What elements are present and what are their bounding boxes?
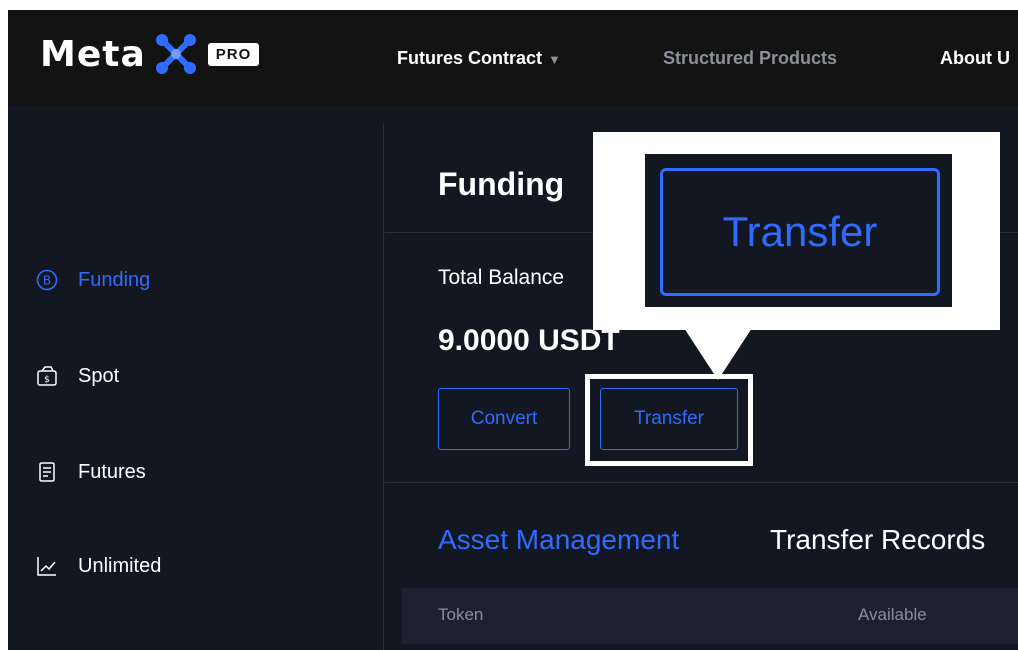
- sidebar-item-spot[interactable]: $ Spot: [36, 356, 119, 396]
- pro-badge: PRO: [207, 42, 260, 66]
- brand-name: Meta: [40, 33, 146, 75]
- wallet-icon: $: [36, 365, 58, 387]
- svg-text:B: B: [43, 274, 51, 288]
- convert-button[interactable]: Convert: [438, 388, 570, 450]
- sidebar: B Funding $ Spot Futures Unlimited Demo Accoun…: [8, 124, 384, 650]
- sidebar-item-futures[interactable]: Futures: [36, 452, 146, 492]
- bitcoin-circle-icon: B: [36, 269, 58, 291]
- sidebar-item-funding[interactable]: B Funding: [36, 260, 150, 300]
- top-navigation-bar: Meta PRO Futures Contract ▼ Structured Pr…: [8, 10, 1018, 106]
- sidebar-item-label: Futures: [78, 460, 146, 483]
- app-window: Meta PRO Futures Contract ▼ Structured Pr…: [8, 10, 1018, 650]
- nav-futures-label: Futures Contract: [397, 48, 543, 68]
- tab-asset-management[interactable]: Asset Management: [438, 524, 679, 556]
- transfer-highlight-box: [585, 374, 753, 466]
- asset-table-header: Token Available: [402, 588, 1018, 644]
- sidebar-item-label: Spot: [78, 364, 120, 387]
- sidebar-item-label: Funding: [78, 268, 151, 291]
- svg-text:$: $: [44, 375, 50, 385]
- sidebar-item-unlimited[interactable]: Unlimited: [36, 546, 161, 586]
- line-chart-icon: [36, 555, 58, 577]
- meta-x-logo-icon: [155, 34, 196, 74]
- nav-about-us[interactable]: About U: [940, 48, 1010, 69]
- zoomed-transfer-button: Transfer: [660, 168, 940, 296]
- column-header-available[interactable]: Available: [858, 605, 927, 625]
- brand-logo[interactable]: Meta PRO: [40, 26, 260, 82]
- divider: [385, 482, 1018, 483]
- caret-down-icon: ▼: [548, 52, 561, 67]
- nav-futures-contract[interactable]: Futures Contract ▼: [397, 48, 561, 69]
- document-icon: [36, 461, 58, 483]
- callout-pointer: [684, 328, 752, 380]
- sidebar-item-label: Unlimited: [78, 554, 162, 577]
- page-title: Funding: [438, 166, 565, 202]
- zoom-callout-inner: Transfer: [645, 154, 952, 307]
- sidebar-item-demo-account[interactable]: Demo Account: [36, 640, 208, 650]
- total-balance-label: Total Balance: [438, 266, 565, 289]
- nav-structured-products[interactable]: Structured Products: [663, 48, 837, 69]
- tab-transfer-records[interactable]: Transfer Records: [770, 524, 985, 556]
- column-header-token[interactable]: Token: [438, 605, 483, 625]
